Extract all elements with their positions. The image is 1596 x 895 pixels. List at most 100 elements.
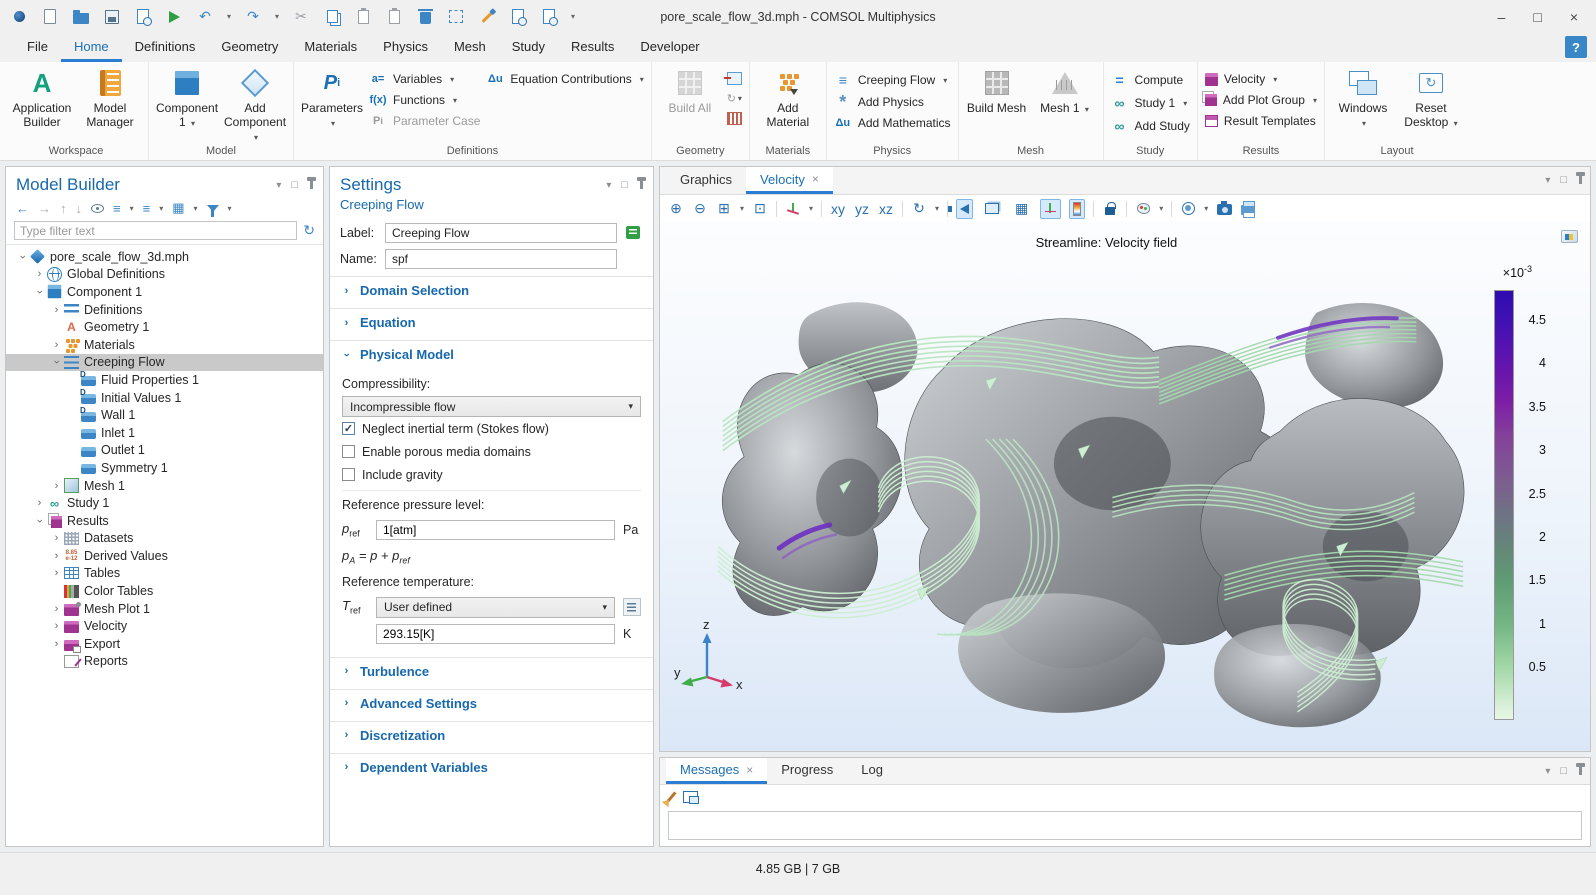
tree-item-results[interactable]: ›Results: [6, 512, 323, 530]
pin-icon[interactable]: [640, 181, 643, 189]
menu-tab-developer[interactable]: Developer: [627, 33, 712, 62]
graphics-viewport[interactable]: Streamline: Velocity field: [660, 222, 1590, 751]
tree-item-mesh-plot1[interactable]: ›Mesh Plot 1: [6, 600, 323, 618]
add-mathematics-button[interactable]: Δu Add Mathematics: [834, 116, 951, 130]
zoom-out-icon[interactable]: ⊖: [692, 199, 708, 219]
delete-button[interactable]: [416, 8, 434, 26]
tree-item-inlet1[interactable]: Inlet 1: [6, 424, 323, 442]
section-physical-model[interactable]: › Physical Model: [330, 340, 653, 368]
tree-item-wall1[interactable]: Wall 1: [6, 406, 323, 424]
zoom-extents-icon[interactable]: ⊡: [752, 199, 768, 219]
temperature-list-button[interactable]: [623, 598, 641, 616]
search-button[interactable]: [540, 8, 558, 26]
show-axis-orientation-toggle[interactable]: [1040, 199, 1061, 219]
undo-caret-icon[interactable]: ▾: [227, 12, 231, 21]
functions-button[interactable]: f(x) Functions ▾: [369, 93, 480, 107]
tree-item-initial-values1[interactable]: Initial Values 1: [6, 389, 323, 407]
open-file-button[interactable]: [72, 8, 90, 26]
checkbox-porous-media[interactable]: Enable porous media domains: [342, 440, 641, 463]
tree-item-component1[interactable]: ›Component 1: [6, 283, 323, 301]
chevron-icon[interactable]: ›: [50, 304, 63, 316]
menu-tab-geometry[interactable]: Geometry: [208, 33, 291, 62]
find-button[interactable]: [509, 8, 527, 26]
tree-item-definitions[interactable]: ›Definitions: [6, 301, 323, 319]
compute-button[interactable]: = Compute: [1111, 72, 1190, 88]
section-dependent-variables[interactable]: › Dependent Variables: [330, 753, 653, 781]
close-tab-icon[interactable]: ×: [812, 172, 819, 186]
zoom-box-icon[interactable]: ⊞: [716, 199, 732, 219]
variables-button[interactable]: a= Variables ▾: [369, 72, 480, 86]
pin-icon[interactable]: [1579, 176, 1582, 184]
undo-button[interactable]: ↶: [196, 8, 214, 26]
model-tree-nodes-button[interactable]: ▦: [172, 200, 184, 216]
tree-item-color-tables[interactable]: Color Tables: [6, 582, 323, 600]
add-study-button[interactable]: ∞ Add Study: [1111, 118, 1190, 134]
caret-down-icon[interactable]: ▾: [130, 204, 134, 213]
menu-tab-file[interactable]: File: [14, 33, 61, 62]
caret-down-icon[interactable]: ▾: [740, 204, 744, 213]
checkbox-checked-icon[interactable]: ✓: [342, 422, 355, 435]
study1-button[interactable]: ∞ Study 1 ▾: [1111, 95, 1190, 111]
environment-reflections-toggle[interactable]: [981, 199, 1003, 219]
tree-item-materials[interactable]: ›Materials: [6, 336, 323, 354]
chevron-icon[interactable]: ›: [17, 250, 29, 263]
panel-menu-icon[interactable]: ▾: [606, 180, 611, 191]
reset-desktop-button[interactable]: ↻ Reset Desktop ▾: [1400, 65, 1462, 130]
float-panel-icon[interactable]: □: [1560, 765, 1567, 777]
move-up-button[interactable]: ↑: [60, 201, 67, 216]
tab-graphics[interactable]: Graphics: [666, 167, 746, 194]
chevron-icon[interactable]: ›: [50, 480, 63, 492]
duplicate-button[interactable]: [385, 8, 403, 26]
image-snapshot-icon[interactable]: [1180, 199, 1196, 219]
screenshot-icon[interactable]: [1216, 199, 1232, 219]
tree-item-derived-values[interactable]: ›8.85e-12Derived Values: [6, 547, 323, 565]
chevron-icon[interactable]: ›: [50, 603, 63, 615]
float-panel-icon[interactable]: □: [291, 179, 298, 191]
pin-icon[interactable]: [310, 181, 313, 189]
view-xy-icon[interactable]: xy: [830, 199, 846, 219]
import-geometry-button[interactable]: [727, 72, 742, 85]
collapse-all-button[interactable]: ≡: [143, 201, 151, 216]
build-all-button[interactable]: Build All: [659, 65, 721, 116]
reference-temperature-input[interactable]: [376, 624, 615, 644]
float-panel-icon[interactable]: □: [1560, 174, 1567, 186]
menu-tab-results[interactable]: Results: [558, 33, 627, 62]
parameter-case-button[interactable]: Pi Parameter Case: [369, 114, 480, 128]
caret-down-icon[interactable]: ▾: [159, 204, 163, 213]
filter-icon[interactable]: [207, 205, 219, 212]
creeping-flow-ribbon-button[interactable]: ≡ Creeping Flow ▾: [834, 72, 951, 88]
chevron-icon[interactable]: ›: [50, 339, 63, 351]
chevron-icon[interactable]: ›: [50, 532, 63, 544]
tab-velocity[interactable]: Velocity×: [746, 167, 833, 194]
checkbox-include-gravity[interactable]: Include gravity: [342, 463, 641, 486]
parameters-button[interactable]: Pi Parameters▾: [301, 65, 363, 130]
streamline-scene[interactable]: [688, 254, 1488, 746]
tree-item-tables[interactable]: ›Tables: [6, 565, 323, 583]
add-material-button[interactable]: Add Material: [757, 65, 819, 130]
tab-log[interactable]: Log: [847, 758, 897, 784]
velocity-plot-button[interactable]: Velocity ▾: [1205, 72, 1317, 86]
back-button[interactable]: ←: [16, 201, 29, 216]
copy-button[interactable]: [323, 8, 341, 26]
view-xz-icon[interactable]: xz: [878, 199, 894, 219]
expand-all-button[interactable]: ≡: [113, 201, 121, 216]
scene-light-toggle[interactable]: [956, 199, 973, 219]
caret-down-icon[interactable]: ▾: [228, 204, 232, 213]
remove-details-button[interactable]: [727, 112, 742, 125]
save-as-button[interactable]: [134, 8, 152, 26]
chevron-icon[interactable]: ›: [33, 268, 46, 280]
help-button[interactable]: ?: [1565, 36, 1587, 58]
caret-down-icon[interactable]: ▾: [1159, 204, 1163, 213]
section-domain-selection[interactable]: › Domain Selection: [330, 276, 653, 304]
chevron-icon[interactable]: ›: [51, 356, 63, 369]
rebuild-button[interactable]: ↻▾: [727, 92, 742, 105]
checkbox-icon[interactable]: [342, 445, 355, 458]
reference-temperature-select[interactable]: User defined ▾: [376, 597, 615, 618]
model-manager-button[interactable]: Model Manager: [79, 65, 141, 130]
tree-item-mesh1[interactable]: ›Mesh 1: [6, 477, 323, 495]
rename-label-button[interactable]: [624, 224, 643, 243]
add-physics-button[interactable]: * Add Physics: [834, 95, 951, 109]
cut-button[interactable]: ✂: [292, 8, 310, 26]
show-grid-toggle[interactable]: ▦: [1011, 199, 1032, 219]
float-panel-icon[interactable]: □: [621, 179, 628, 191]
